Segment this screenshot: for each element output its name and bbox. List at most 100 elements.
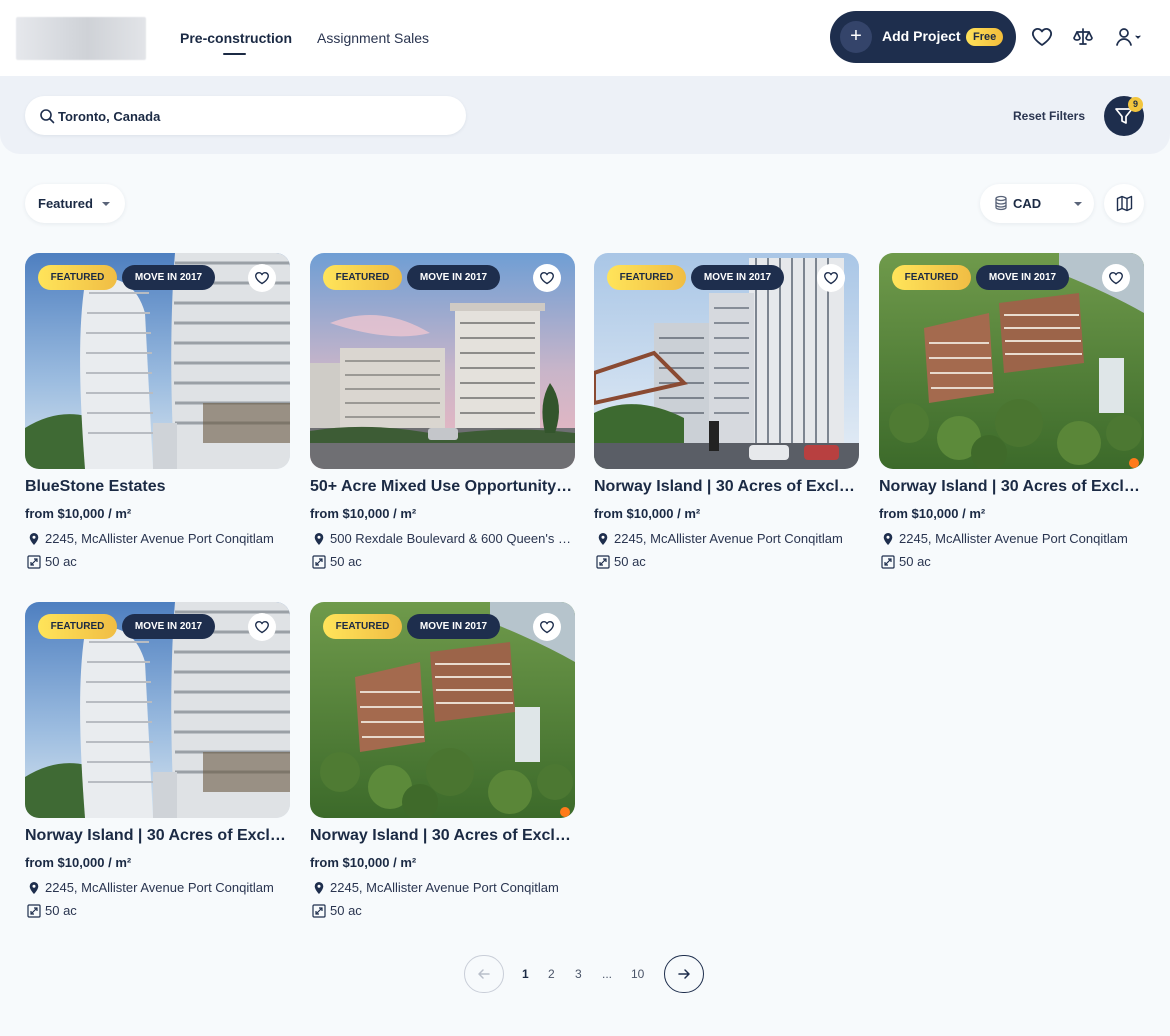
- listing-title[interactable]: Norway Island | 30 Acres of Exclusive La…: [879, 478, 1144, 496]
- location-search-input[interactable]: [58, 105, 448, 127]
- location-pin-icon: [29, 882, 39, 894]
- listing-area-row: 50 ac: [310, 903, 575, 921]
- compare-scale-icon[interactable]: [1071, 25, 1095, 49]
- page-ellipsis: ...: [602, 967, 613, 981]
- page-number-10[interactable]: 10: [631, 967, 644, 981]
- listing-image[interactable]: FEATURED MOVE IN 2017: [310, 253, 575, 469]
- listing-address-row: 2245, McAllister Avenue Port Conqitlam: [594, 531, 859, 549]
- favorite-button[interactable]: [533, 264, 561, 292]
- location-pin-icon: [29, 533, 39, 545]
- location-pin-icon: [314, 882, 324, 894]
- featured-badge: FEATURED: [607, 265, 686, 290]
- page-number-2[interactable]: 2: [548, 967, 555, 981]
- search-bar-section: Reset Filters: [0, 76, 1170, 154]
- listing-address-row: 2245, McAllister Avenue Port Conqitlam: [310, 880, 575, 898]
- favorite-button[interactable]: [533, 613, 561, 641]
- currency-dropdown[interactable]: CAD: [980, 184, 1094, 223]
- listing-address-row: 2245, McAllister Avenue Port Conqitlam: [25, 531, 290, 549]
- location-pin-icon: [883, 533, 893, 545]
- listing-area: 50 ac: [330, 554, 362, 569]
- expand-area-icon: [312, 904, 326, 918]
- listing-area: 50 ac: [899, 554, 931, 569]
- favorite-button[interactable]: [248, 264, 276, 292]
- listing-image[interactable]: FEATURED MOVE IN 2017: [25, 253, 290, 469]
- location-pin-icon: [314, 533, 324, 545]
- add-project-label: Add Project: [882, 28, 961, 44]
- active-tab-indicator: [223, 53, 246, 55]
- next-page-button[interactable]: [664, 955, 704, 993]
- listing-title[interactable]: BlueStone Estates: [25, 478, 290, 496]
- chevron-down-icon: [102, 202, 110, 206]
- expand-area-icon: [881, 555, 895, 569]
- listing-card[interactable]: FEATURED MOVE IN 2017 Norway Island | 30…: [310, 602, 575, 932]
- site-logo[interactable]: [16, 17, 146, 60]
- expand-area-icon: [27, 555, 41, 569]
- map-view-button[interactable]: [1104, 184, 1144, 223]
- listing-address: 2245, McAllister Avenue Port Conqitlam: [45, 531, 274, 546]
- plus-icon: +: [840, 21, 872, 53]
- user-menu-icon[interactable]: [1113, 25, 1143, 49]
- listing-address: 2245, McAllister Avenue Port Conqitlam: [330, 880, 559, 895]
- coins-stack-icon: [995, 195, 1007, 211]
- listing-address-row: 2245, McAllister Avenue Port Conqitlam: [25, 880, 290, 898]
- tab-assignment-sales[interactable]: Assignment Sales: [317, 30, 429, 46]
- listing-title[interactable]: Norway Island | 30 Acres of Exclusive La…: [310, 827, 575, 845]
- location-pin-icon: [598, 533, 608, 545]
- heart-icon: [255, 621, 269, 634]
- listing-price: from $10,000 / m²: [25, 506, 132, 521]
- listing-address-row: 500 Rexdale Boulevard & 600 Queen's Plat…: [310, 531, 575, 549]
- arrow-right-icon: [678, 969, 690, 979]
- favorite-button[interactable]: [817, 264, 845, 292]
- heart-icon[interactable]: [1030, 25, 1054, 49]
- arrow-left-icon: [478, 969, 490, 979]
- favorite-button[interactable]: [248, 613, 276, 641]
- map-icon: [1116, 195, 1133, 212]
- listing-price: from $10,000 / m²: [310, 506, 417, 521]
- listing-card[interactable]: FEATURED MOVE IN 2017 Norway Island | 30…: [594, 253, 859, 583]
- listing-card[interactable]: FEATURED MOVE IN 2017 Norway Island | 30…: [879, 253, 1144, 583]
- listing-image[interactable]: FEATURED MOVE IN 2017: [310, 602, 575, 818]
- listing-price: from $10,000 / m²: [25, 855, 132, 870]
- listing-price: from $10,000 / m²: [310, 855, 417, 870]
- featured-badge: FEATURED: [323, 614, 402, 639]
- featured-badge: FEATURED: [38, 265, 117, 290]
- featured-badge: FEATURED: [323, 265, 402, 290]
- add-project-button[interactable]: + Add Project Free: [830, 11, 1016, 63]
- listing-title[interactable]: 50+ Acre Mixed Use Opportunity in Toront…: [310, 478, 575, 496]
- listing-area-row: 50 ac: [879, 554, 1144, 572]
- reset-filters-link[interactable]: Reset Filters: [1013, 109, 1085, 123]
- listing-address: 2245, McAllister Avenue Port Conqitlam: [45, 880, 274, 895]
- featured-badge: FEATURED: [892, 265, 971, 290]
- heart-icon: [1109, 272, 1123, 285]
- move-in-badge: MOVE IN 2017: [407, 265, 500, 290]
- page-number-1[interactable]: 1: [522, 967, 529, 981]
- listing-card[interactable]: FEATURED MOVE IN 2017 Norway Island | 30…: [25, 602, 290, 932]
- page-number-3[interactable]: 3: [575, 967, 582, 981]
- featured-badge: FEATURED: [38, 614, 117, 639]
- move-in-badge: MOVE IN 2017: [691, 265, 784, 290]
- listing-price: from $10,000 / m²: [879, 506, 986, 521]
- listing-title[interactable]: Norway Island | 30 Acres of Exclusive La…: [594, 478, 859, 496]
- listing-area: 50 ac: [330, 903, 362, 918]
- favorite-button[interactable]: [1102, 264, 1130, 292]
- heart-icon: [824, 272, 838, 285]
- heart-icon: [540, 621, 554, 634]
- expand-area-icon: [312, 555, 326, 569]
- listing-image[interactable]: FEATURED MOVE IN 2017: [879, 253, 1144, 469]
- listing-image[interactable]: FEATURED MOVE IN 2017: [25, 602, 290, 818]
- expand-area-icon: [27, 904, 41, 918]
- listing-area-row: 50 ac: [310, 554, 575, 572]
- sort-dropdown-label: Featured: [38, 196, 93, 211]
- listing-card[interactable]: FEATURED MOVE IN 2017 50+ Acre Mixed Use…: [310, 253, 575, 583]
- filter-count-badge: 9: [1128, 97, 1143, 112]
- listing-image[interactable]: FEATURED MOVE IN 2017: [594, 253, 859, 469]
- previous-page-button[interactable]: [464, 955, 504, 993]
- listing-title[interactable]: Norway Island | 30 Acres of Exclusive La…: [25, 827, 290, 845]
- search-field[interactable]: [25, 96, 466, 135]
- listing-area-row: 50 ac: [594, 554, 859, 572]
- move-in-badge: MOVE IN 2017: [407, 614, 500, 639]
- listing-address: 2245, McAllister Avenue Port Conqitlam: [899, 531, 1128, 546]
- listing-card[interactable]: FEATURED MOVE IN 2017 BlueStone Estates …: [25, 253, 290, 583]
- sort-dropdown[interactable]: Featured: [25, 184, 125, 223]
- tab-pre-construction[interactable]: Pre-construction: [180, 30, 292, 46]
